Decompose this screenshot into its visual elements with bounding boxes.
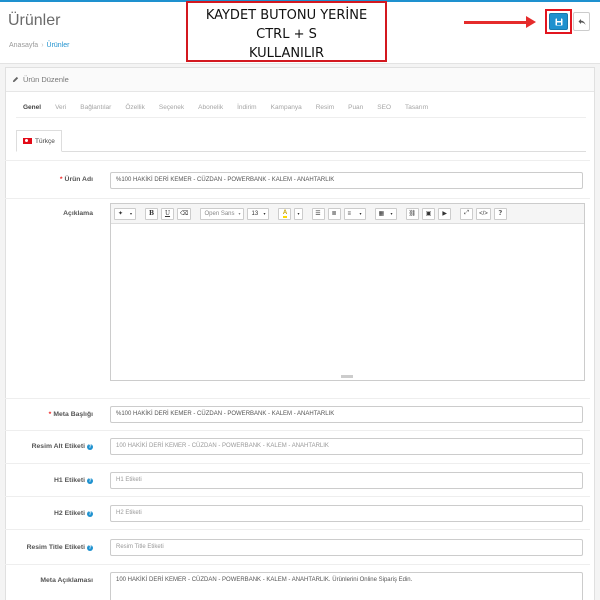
row-h1: H1 Etiketi? H1 Etiketi (5, 463, 590, 496)
tab-kampanya[interactable]: Kampanya (264, 98, 309, 117)
back-button[interactable] (573, 12, 590, 31)
video-icon: ▶ (442, 211, 447, 217)
tab-baglantilar[interactable]: Bağlantılar (73, 98, 118, 117)
row-h2: H2 Etiketi? H2 Etiketi (5, 496, 590, 529)
meta-title-label: * Meta Başlığı (48, 411, 93, 418)
page-title: Ürünler (8, 12, 61, 29)
product-name-input[interactable]: %100 HAKİKİ DERİ KEMER - CÜZDAN - POWERB… (110, 172, 583, 189)
link-icon: ⛓ (408, 211, 417, 217)
product-tabs: Genel Veri Bağlantılar Özellik Seçenek A… (16, 98, 586, 118)
h2-label: H2 Etiketi? (54, 510, 93, 517)
image-title-label: Resim Title Etiketi? (26, 544, 93, 551)
number-list-icon: ≣ (331, 211, 337, 217)
row-product-name: * Ürün Adı %100 HAKİKİ DERİ KEMER - CÜZDA… (5, 160, 590, 198)
tab-tasarim[interactable]: Tasarım (398, 98, 435, 117)
text-color-dropdown[interactable]: ▾ (294, 207, 303, 220)
image-button[interactable]: ▣ (422, 207, 436, 220)
annotation-line-2: CTRL + S (256, 27, 317, 42)
magic-wand-icon: ✦ (118, 211, 124, 217)
description-editor[interactable]: ✦ ▾ B U ⌫ Open Sans ▾ 13 ▾ A ▾ ☰ ≣ ≡ ▾ ▦ ▾ ⛓ … (110, 203, 585, 381)
pencil-icon (12, 76, 19, 83)
panel-heading: Ürün Düzenle (6, 68, 594, 92)
tab-abonelik[interactable]: Abonelik (191, 98, 230, 117)
font-size-select[interactable]: 13 ▾ (247, 207, 270, 220)
help-icon[interactable]: ? (87, 443, 93, 450)
text-color-icon: A (282, 209, 288, 218)
question-icon: ? (498, 210, 503, 217)
table-icon: ▦ (378, 211, 385, 217)
tab-secenek[interactable]: Seçenek (152, 98, 191, 117)
align-icon: ≡ (347, 210, 352, 217)
panel-heading-label: Ürün Düzenle (23, 75, 69, 84)
annotation-arrow (464, 21, 530, 24)
tab-indirim[interactable]: İndirim (230, 98, 264, 117)
eraser-icon: ⌫ (180, 211, 189, 217)
link-button[interactable]: ⛓ (405, 207, 420, 220)
paragraph-align-button[interactable]: ≡ ▾ (343, 207, 366, 220)
code-icon: </> (479, 210, 488, 217)
annotation-line-3: KULLANILIR (248, 46, 325, 61)
fullscreen-button[interactable]: ⤢ (460, 207, 474, 220)
image-alt-label: Resim Alt Etiketi? (31, 443, 93, 450)
image-alt-input[interactable]: 100 HAKİKİ DERİ KEMER - CÜZDAN - POWERBA… (110, 438, 583, 455)
magic-style-button[interactable]: ✦ ▾ (114, 207, 136, 220)
meta-description-textarea[interactable]: 100 HAKİKİ DERİ KEMER - CÜZDAN - POWERBA… (110, 572, 583, 600)
row-image-alt: Resim Alt Etiketi? 100 HAKİKİ DERİ KEMER… (5, 430, 590, 463)
bold-button[interactable]: B (145, 207, 158, 220)
tab-resim[interactable]: Resim (309, 98, 341, 117)
description-label: Açıklama (63, 210, 93, 217)
image-icon: ▣ (425, 211, 432, 217)
editor-toolbar: ✦ ▾ B U ⌫ Open Sans ▾ 13 ▾ A ▾ ☰ ≣ ≡ ▾ ▦ ▾ ⛓ … (111, 204, 584, 224)
h1-label: H1 Etiketi? (54, 477, 93, 484)
save-button[interactable] (549, 13, 568, 30)
expand-icon: ⤢ (464, 210, 470, 216)
text-color-button[interactable]: A (278, 207, 292, 220)
h2-input[interactable]: H2 Etiketi (110, 505, 583, 522)
save-icon (555, 18, 562, 25)
tab-language-turkish[interactable]: Türkçe (16, 130, 62, 152)
annotation-note: KAYDET BUTONU YERİNE CTRL + S KULLANILIR (186, 1, 387, 62)
tab-veri[interactable]: Veri (48, 98, 73, 117)
reply-icon (578, 18, 585, 25)
help-icon[interactable]: ? (87, 544, 93, 551)
annotation-arrow-head (526, 16, 536, 28)
row-meta-description: Meta Açıklaması 100 HAKİKİ DERİ KEMER - … (5, 564, 590, 600)
language-label: Türkçe (35, 137, 55, 145)
row-image-title: Resim Title Etiketi? Resim Title Etiketi (5, 529, 590, 564)
h1-input[interactable]: H1 Etiketi (110, 472, 583, 489)
tab-seo[interactable]: SEO (370, 98, 398, 117)
code-view-button[interactable]: </> (476, 207, 491, 220)
underline-button[interactable]: U (161, 207, 174, 220)
tab-genel[interactable]: Genel (16, 98, 48, 117)
tab-puan[interactable]: Puan (341, 98, 370, 117)
help-icon[interactable]: ? (87, 510, 93, 517)
image-title-input[interactable]: Resim Title Etiketi (110, 539, 583, 556)
help-icon[interactable]: ? (87, 477, 93, 484)
breadcrumb-current[interactable]: Ürünler (47, 42, 70, 49)
help-button[interactable]: ? (493, 207, 507, 220)
product-name-label: * Ürün Adı (59, 176, 93, 183)
meta-title-input[interactable]: %100 HAKİKİ DERİ KEMER - CÜZDAN - POWERB… (110, 406, 583, 423)
unordered-list-button[interactable]: ☰ (311, 207, 325, 220)
row-meta-title: * Meta Başlığı %100 HAKİKİ DERİ KEMER - C… (5, 398, 590, 430)
video-button[interactable]: ▶ (438, 207, 452, 220)
turkish-flag-icon (23, 138, 32, 144)
table-button[interactable]: ▦ ▾ (374, 207, 397, 220)
breadcrumb: Anasayfa › Ürünler (9, 42, 70, 49)
editor-resize-handle[interactable] (341, 375, 353, 378)
bullet-list-icon: ☰ (315, 211, 321, 217)
language-tabs: Türkçe (16, 130, 586, 152)
meta-description-label: Meta Açıklaması (40, 577, 93, 584)
ordered-list-button[interactable]: ≣ (327, 207, 341, 220)
breadcrumb-home[interactable]: Anasayfa (9, 42, 38, 49)
eraser-button[interactable]: ⌫ (177, 207, 192, 220)
tab-ozellik[interactable]: Özellik (118, 98, 152, 117)
annotation-line-1: KAYDET BUTONU YERİNE (205, 8, 368, 23)
font-name-select[interactable]: Open Sans ▾ (200, 207, 245, 220)
